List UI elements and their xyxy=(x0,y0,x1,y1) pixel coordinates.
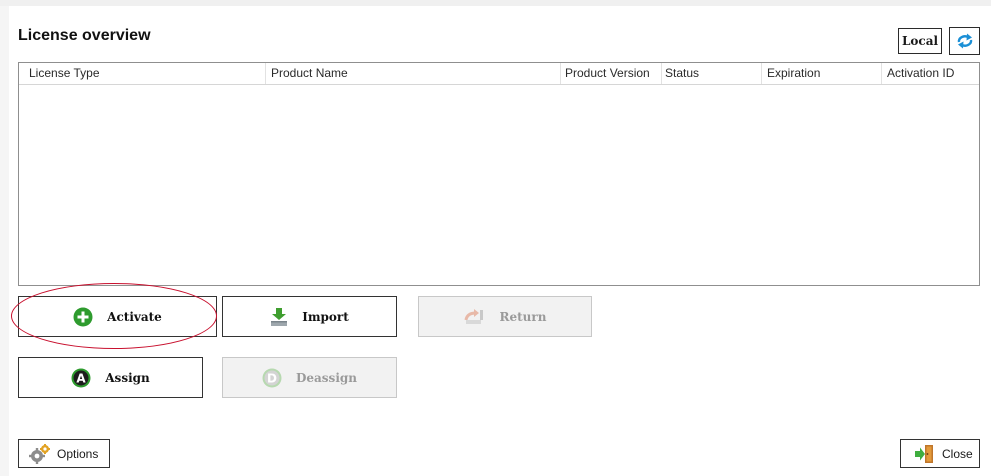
column-header-activation-id[interactable]: Activation ID xyxy=(887,66,954,80)
column-divider[interactable] xyxy=(661,63,662,84)
return-arrow-icon xyxy=(464,308,486,326)
column-divider[interactable] xyxy=(881,63,882,84)
return-button[interactable]: Return xyxy=(418,296,592,337)
local-button[interactable]: Local xyxy=(898,28,942,54)
assign-a-icon: A xyxy=(71,368,91,388)
left-border xyxy=(0,6,9,476)
assign-button[interactable]: A Assign xyxy=(18,357,203,398)
plus-circle-icon xyxy=(73,307,93,327)
close-button[interactable]: Close xyxy=(900,439,980,468)
column-header-product-name[interactable]: Product Name xyxy=(271,66,348,80)
gears-icon xyxy=(29,443,51,464)
options-button[interactable]: Options xyxy=(18,439,110,468)
column-divider[interactable] xyxy=(761,63,762,84)
svg-text:A: A xyxy=(77,371,87,385)
svg-text:D: D xyxy=(267,371,277,385)
refresh-arrows-icon xyxy=(956,33,974,49)
activate-label: Activate xyxy=(107,309,162,324)
deassign-d-icon: D xyxy=(262,368,282,388)
import-label: Import xyxy=(302,309,349,324)
options-label: Options xyxy=(57,446,99,461)
return-label: Return xyxy=(499,309,547,324)
page-title: License overview xyxy=(18,27,151,44)
column-divider[interactable] xyxy=(265,63,266,84)
column-header-license-type[interactable]: License Type xyxy=(29,66,100,80)
top-border xyxy=(0,0,991,6)
exit-door-icon xyxy=(915,444,935,464)
column-header-expiration[interactable]: Expiration xyxy=(767,66,820,80)
deassign-button[interactable]: D Deassign xyxy=(222,357,397,398)
assign-label: Assign xyxy=(105,370,150,385)
license-table[interactable]: License Type Product Name Product Versio… xyxy=(18,62,980,286)
activate-button[interactable]: Activate xyxy=(18,296,217,337)
table-header: License Type Product Name Product Versio… xyxy=(19,63,979,85)
refresh-button[interactable] xyxy=(949,27,980,55)
column-header-status[interactable]: Status xyxy=(665,66,699,80)
import-button[interactable]: Import xyxy=(222,296,397,337)
column-header-product-version[interactable]: Product Version xyxy=(565,66,650,80)
close-label: Close xyxy=(942,446,973,461)
import-arrow-icon xyxy=(270,307,288,327)
deassign-label: Deassign xyxy=(295,370,357,385)
column-divider[interactable] xyxy=(560,63,561,84)
